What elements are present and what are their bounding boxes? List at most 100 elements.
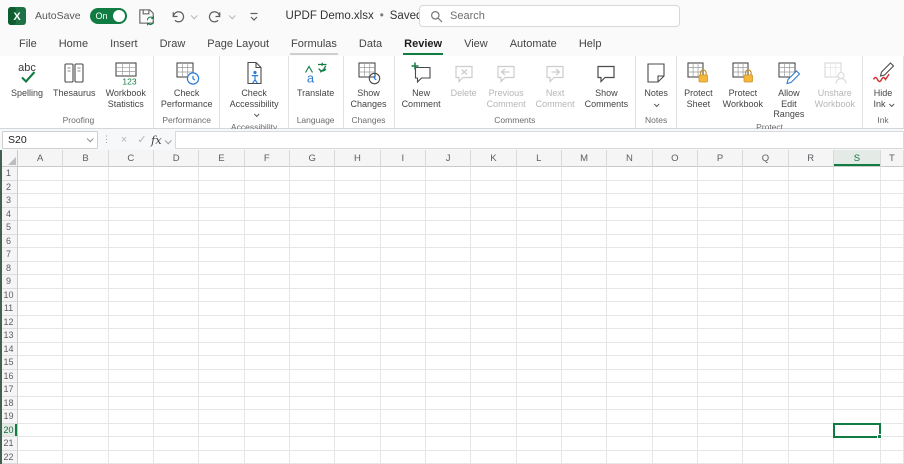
cell-d4[interactable] xyxy=(154,208,199,222)
cell-m7[interactable] xyxy=(562,248,607,262)
cell-g8[interactable] xyxy=(290,262,335,276)
cell-m20[interactable] xyxy=(562,424,607,438)
cell-d17[interactable] xyxy=(154,383,199,397)
cell-k8[interactable] xyxy=(471,262,516,276)
cell-j1[interactable] xyxy=(426,167,471,181)
cell-i21[interactable] xyxy=(381,437,426,451)
cell-l14[interactable] xyxy=(517,343,562,357)
cell-p7[interactable] xyxy=(698,248,743,262)
cell-k17[interactable] xyxy=(471,383,516,397)
row-header-5[interactable]: 5 xyxy=(0,221,18,235)
cell-j4[interactable] xyxy=(426,208,471,222)
column-header-h[interactable]: H xyxy=(335,150,380,167)
cell-r19[interactable] xyxy=(789,410,834,424)
cell-k10[interactable] xyxy=(471,289,516,303)
ribbon-button-show-comments[interactable]: ShowComments xyxy=(580,56,634,109)
ribbon-button-protect-sheet[interactable]: ProtectSheet xyxy=(679,56,718,109)
cell-m4[interactable] xyxy=(562,208,607,222)
cell-e5[interactable] xyxy=(199,221,244,235)
cell-l22[interactable] xyxy=(517,451,562,464)
cell-i22[interactable] xyxy=(381,451,426,464)
cell-o21[interactable] xyxy=(653,437,698,451)
cell-a14[interactable] xyxy=(18,343,63,357)
cell-i20[interactable] xyxy=(381,424,426,438)
cell-n10[interactable] xyxy=(607,289,652,303)
cell-g6[interactable] xyxy=(290,235,335,249)
cell-d1[interactable] xyxy=(154,167,199,181)
cell-d10[interactable] xyxy=(154,289,199,303)
cell-f17[interactable] xyxy=(245,383,290,397)
cell-j19[interactable] xyxy=(426,410,471,424)
cell-a21[interactable] xyxy=(18,437,63,451)
cell-m16[interactable] xyxy=(562,370,607,384)
cell-a15[interactable] xyxy=(18,356,63,370)
cell-c21[interactable] xyxy=(109,437,154,451)
cell-e18[interactable] xyxy=(199,397,244,411)
cell-r20[interactable] xyxy=(789,424,834,438)
cell-t22[interactable] xyxy=(881,451,904,464)
cell-a10[interactable] xyxy=(18,289,63,303)
cell-m8[interactable] xyxy=(562,262,607,276)
cell-q13[interactable] xyxy=(743,329,788,343)
cell-q3[interactable] xyxy=(743,194,788,208)
ribbon-button-hide-ink[interactable]: HideInk xyxy=(865,56,901,109)
column-header-p[interactable]: P xyxy=(698,150,743,167)
cell-c19[interactable] xyxy=(109,410,154,424)
menu-tab-view[interactable]: View xyxy=(453,34,499,56)
cell-o9[interactable] xyxy=(653,275,698,289)
cell-t13[interactable] xyxy=(881,329,904,343)
cell-p11[interactable] xyxy=(698,302,743,316)
cell-a6[interactable] xyxy=(18,235,63,249)
cell-p2[interactable] xyxy=(698,181,743,195)
row-header-9[interactable]: 9 xyxy=(0,275,18,289)
cell-g9[interactable] xyxy=(290,275,335,289)
cell-t10[interactable] xyxy=(881,289,904,303)
column-header-i[interactable]: I xyxy=(381,150,426,167)
cell-r1[interactable] xyxy=(789,167,834,181)
cell-m21[interactable] xyxy=(562,437,607,451)
cell-n18[interactable] xyxy=(607,397,652,411)
ribbon-button-show-changes[interactable]: ShowChanges xyxy=(346,56,392,109)
cell-f8[interactable] xyxy=(245,262,290,276)
cell-h1[interactable] xyxy=(335,167,380,181)
cell-e19[interactable] xyxy=(199,410,244,424)
cell-e15[interactable] xyxy=(199,356,244,370)
enter-button[interactable]: ✓ xyxy=(133,133,151,146)
cell-e2[interactable] xyxy=(199,181,244,195)
cell-t14[interactable] xyxy=(881,343,904,357)
cell-e7[interactable] xyxy=(199,248,244,262)
cell-h8[interactable] xyxy=(335,262,380,276)
cell-e12[interactable] xyxy=(199,316,244,330)
row-header-4[interactable]: 4 xyxy=(0,208,18,222)
cell-f2[interactable] xyxy=(245,181,290,195)
cell-l2[interactable] xyxy=(517,181,562,195)
cell-i16[interactable] xyxy=(381,370,426,384)
cell-b2[interactable] xyxy=(63,181,108,195)
name-box[interactable]: S20 xyxy=(2,131,98,149)
ribbon-button-thesaurus[interactable]: Thesaurus xyxy=(48,56,101,99)
cell-l20[interactable] xyxy=(517,424,562,438)
cell-l4[interactable] xyxy=(517,208,562,222)
cell-q6[interactable] xyxy=(743,235,788,249)
cell-q4[interactable] xyxy=(743,208,788,222)
cell-f16[interactable] xyxy=(245,370,290,384)
cell-g15[interactable] xyxy=(290,356,335,370)
cell-c11[interactable] xyxy=(109,302,154,316)
cell-t18[interactable] xyxy=(881,397,904,411)
cell-j16[interactable] xyxy=(426,370,471,384)
cell-h20[interactable] xyxy=(335,424,380,438)
cell-h14[interactable] xyxy=(335,343,380,357)
cell-e3[interactable] xyxy=(199,194,244,208)
cell-p3[interactable] xyxy=(698,194,743,208)
cell-m5[interactable] xyxy=(562,221,607,235)
cell-t4[interactable] xyxy=(881,208,904,222)
cell-d13[interactable] xyxy=(154,329,199,343)
cell-j15[interactable] xyxy=(426,356,471,370)
cell-e20[interactable] xyxy=(199,424,244,438)
cell-d7[interactable] xyxy=(154,248,199,262)
cell-n12[interactable] xyxy=(607,316,652,330)
cell-l19[interactable] xyxy=(517,410,562,424)
cell-i18[interactable] xyxy=(381,397,426,411)
cell-a9[interactable] xyxy=(18,275,63,289)
row-header-19[interactable]: 19 xyxy=(0,410,18,424)
